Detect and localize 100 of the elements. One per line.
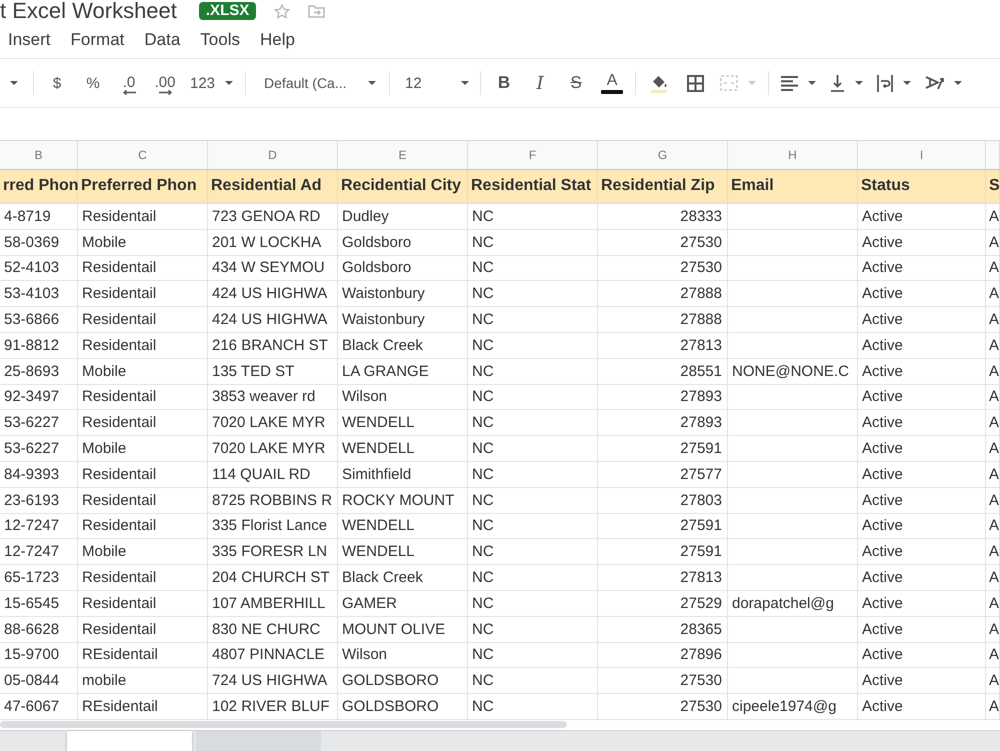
borders-icon	[686, 74, 704, 92]
table-cell: 92-3497	[0, 384, 78, 410]
table-cell: A	[986, 410, 1000, 436]
table-cell: A	[986, 384, 1000, 410]
table-cell: A	[986, 332, 1000, 359]
column-letter[interactable]: I	[858, 141, 986, 169]
table-cell: A	[986, 436, 1000, 462]
column-letter[interactable]: B	[0, 141, 78, 169]
table-cell: A	[986, 488, 1000, 514]
table-cell: NC	[468, 332, 598, 359]
column-letter[interactable]: H	[728, 141, 858, 169]
arrow-right-icon	[158, 90, 172, 94]
table-cell: Active	[858, 230, 986, 256]
text-color-button[interactable]: A	[594, 68, 630, 98]
table-cell: WENDELL	[338, 410, 468, 436]
table-cell: Mobile	[78, 539, 208, 566]
table-cell: Active	[858, 488, 986, 514]
table-cell: ROCKY MOUNT	[338, 488, 468, 514]
column-letter[interactable]: G	[598, 141, 728, 169]
table-cell: 135 TED ST	[208, 358, 338, 385]
table-cell: 25-8693	[0, 358, 78, 385]
column-heading: rred Phon	[0, 170, 78, 202]
strikethrough-button[interactable]: S	[558, 68, 594, 98]
scrollbar-thumb[interactable]	[0, 721, 567, 728]
table-cell: WENDELL	[338, 539, 468, 566]
column-heading: Residential Ad	[208, 170, 338, 202]
menu-item[interactable]: Insert	[0, 28, 61, 52]
document-title[interactable]: t Excel Worksheet	[0, 0, 177, 22]
table-cell: 724 US HIGHWA	[208, 668, 338, 694]
table-cell: A	[986, 514, 1000, 540]
table-cell: 27577	[598, 462, 728, 488]
table-cell: NC	[468, 590, 598, 617]
table-cell: A	[986, 565, 1000, 591]
table-cell: REsidentail	[78, 642, 208, 668]
increase-decimal-button[interactable]: .00	[147, 68, 183, 98]
table-cell: Residentail	[78, 204, 208, 230]
table-cell: 424 US HIGHWA	[208, 281, 338, 308]
table-cell: 204 CHURCH ST	[208, 565, 338, 591]
table-cell: Active	[858, 332, 986, 359]
table-cell: Residentail	[78, 565, 208, 591]
table-cell: NC	[468, 256, 598, 282]
menu-item[interactable]: Help	[250, 28, 305, 52]
table-cell: Goldsboro	[338, 256, 468, 282]
table-cell: 53-4103	[0, 281, 78, 308]
table-cell: 27888	[598, 281, 728, 308]
table-cell: NC	[468, 616, 598, 643]
toolbar-button[interactable]: %	[75, 68, 111, 98]
table-cell: 28551	[598, 358, 728, 385]
menu-item[interactable]: Tools	[190, 28, 250, 52]
table-cell: A	[986, 256, 1000, 282]
table-cell: WENDELL	[338, 436, 468, 462]
column-heading: Residential Stat	[468, 170, 598, 202]
table-cell: NC	[468, 539, 598, 566]
table-cell: A	[986, 642, 1000, 668]
folder-arrow-icon[interactable]	[308, 3, 326, 19]
decrease-decimal-button[interactable]: .0	[111, 68, 147, 98]
table-cell: dorapatchel@g	[728, 590, 858, 617]
table-cell: 335 Florist Lance	[208, 514, 338, 540]
table-cell: 7020 LAKE MYR	[208, 410, 338, 436]
menu-item[interactable]: Format	[60, 28, 134, 52]
star-icon[interactable]	[274, 4, 290, 18]
table-cell: NC	[468, 358, 598, 385]
table-cell: A	[986, 230, 1000, 256]
table-cell: A	[986, 462, 1000, 488]
toolbar-button[interactable]: $	[39, 68, 75, 98]
font-size-dropdown[interactable]: 12	[395, 68, 476, 98]
table-cell: 4-8719	[0, 204, 78, 230]
table-cell: Dudley	[338, 204, 468, 230]
column-letter[interactable]: D	[208, 141, 338, 169]
align-left-icon	[781, 76, 798, 90]
table-cell: Active	[858, 358, 986, 385]
table-cell: 27813	[598, 565, 728, 591]
column-heading: Status	[858, 170, 986, 202]
font-dropdown[interactable]: Default (Ca...	[251, 68, 384, 98]
italic-button[interactable]: I	[522, 68, 558, 98]
bold-button[interactable]: B	[486, 68, 522, 98]
table-cell: A	[986, 539, 1000, 566]
table-cell: 27529	[598, 590, 728, 617]
text-wrap-icon	[877, 74, 894, 92]
table-cell: Black Creek	[338, 332, 468, 359]
column-letter[interactable]: C	[78, 141, 208, 169]
table-cell: Residentail	[78, 488, 208, 514]
table-cell: 216 BRANCH ST	[208, 332, 338, 359]
table-cell: Active	[858, 436, 986, 462]
table-cell: NC	[468, 281, 598, 308]
table-cell: 05-0844	[0, 668, 78, 694]
table-cell: Active	[858, 307, 986, 333]
sheet-tab[interactable]	[67, 730, 192, 751]
menu-item[interactable]: Data	[134, 28, 190, 52]
table-cell: mobile	[78, 668, 208, 694]
table-cell: Black Creek	[338, 565, 468, 591]
column-letter[interactable]: E	[338, 141, 468, 169]
column-letter[interactable]: F	[468, 141, 598, 169]
table-cell: Active	[858, 256, 986, 282]
table-cell: Active	[858, 514, 986, 540]
table-cell: 15-6545	[0, 590, 78, 617]
toolbar-button[interactable]: 123	[183, 68, 240, 98]
table-cell: 28365	[598, 616, 728, 643]
table-cell: 88-6628	[0, 616, 78, 643]
table-cell: Mobile	[78, 358, 208, 385]
